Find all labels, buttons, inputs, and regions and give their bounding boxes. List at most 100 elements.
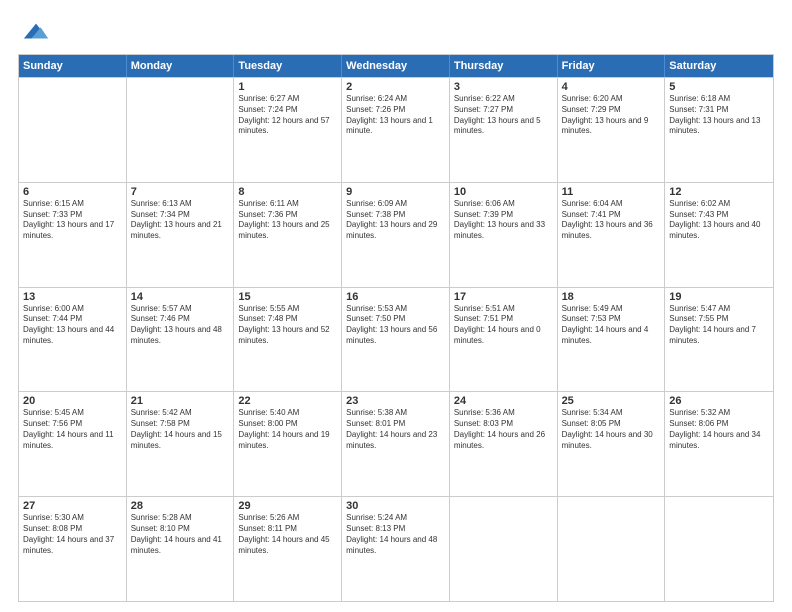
day-info: Sunrise: 6:02 AM Sunset: 7:43 PM Dayligh… <box>669 199 769 242</box>
day-info: Sunrise: 6:00 AM Sunset: 7:44 PM Dayligh… <box>23 304 122 347</box>
day-info: Sunrise: 5:30 AM Sunset: 8:08 PM Dayligh… <box>23 513 122 556</box>
calendar-cell <box>450 497 558 601</box>
calendar-cell: 10Sunrise: 6:06 AM Sunset: 7:39 PM Dayli… <box>450 183 558 287</box>
calendar-cell: 30Sunrise: 5:24 AM Sunset: 8:13 PM Dayli… <box>342 497 450 601</box>
calendar-cell <box>665 497 773 601</box>
calendar-header-cell: Saturday <box>665 55 773 77</box>
day-number: 4 <box>562 81 661 93</box>
day-number: 30 <box>346 500 445 512</box>
day-info: Sunrise: 5:47 AM Sunset: 7:55 PM Dayligh… <box>669 304 769 347</box>
calendar-cell: 28Sunrise: 5:28 AM Sunset: 8:10 PM Dayli… <box>127 497 235 601</box>
calendar-cell: 14Sunrise: 5:57 AM Sunset: 7:46 PM Dayli… <box>127 288 235 392</box>
day-number: 2 <box>346 81 445 93</box>
calendar-cell: 11Sunrise: 6:04 AM Sunset: 7:41 PM Dayli… <box>558 183 666 287</box>
logo-icon <box>22 18 50 46</box>
day-number: 5 <box>669 81 769 93</box>
calendar-cell <box>558 497 666 601</box>
day-info: Sunrise: 5:49 AM Sunset: 7:53 PM Dayligh… <box>562 304 661 347</box>
day-info: Sunrise: 5:24 AM Sunset: 8:13 PM Dayligh… <box>346 513 445 556</box>
calendar-cell: 25Sunrise: 5:34 AM Sunset: 8:05 PM Dayli… <box>558 392 666 496</box>
calendar-cell: 4Sunrise: 6:20 AM Sunset: 7:29 PM Daylig… <box>558 78 666 182</box>
calendar-week: 27Sunrise: 5:30 AM Sunset: 8:08 PM Dayli… <box>19 496 773 601</box>
calendar-cell: 23Sunrise: 5:38 AM Sunset: 8:01 PM Dayli… <box>342 392 450 496</box>
calendar-cell: 27Sunrise: 5:30 AM Sunset: 8:08 PM Dayli… <box>19 497 127 601</box>
day-number: 3 <box>454 81 553 93</box>
calendar-cell: 2Sunrise: 6:24 AM Sunset: 7:26 PM Daylig… <box>342 78 450 182</box>
day-number: 22 <box>238 395 337 407</box>
day-info: Sunrise: 5:38 AM Sunset: 8:01 PM Dayligh… <box>346 408 445 451</box>
day-info: Sunrise: 6:15 AM Sunset: 7:33 PM Dayligh… <box>23 199 122 242</box>
calendar-body: 1Sunrise: 6:27 AM Sunset: 7:24 PM Daylig… <box>19 77 773 601</box>
day-number: 18 <box>562 291 661 303</box>
calendar-cell: 24Sunrise: 5:36 AM Sunset: 8:03 PM Dayli… <box>450 392 558 496</box>
calendar-header-cell: Thursday <box>450 55 558 77</box>
calendar-header-cell: Monday <box>127 55 235 77</box>
day-number: 1 <box>238 81 337 93</box>
calendar-cell: 13Sunrise: 6:00 AM Sunset: 7:44 PM Dayli… <box>19 288 127 392</box>
day-number: 24 <box>454 395 553 407</box>
calendar-cell <box>127 78 235 182</box>
day-number: 25 <box>562 395 661 407</box>
calendar-cell: 12Sunrise: 6:02 AM Sunset: 7:43 PM Dayli… <box>665 183 773 287</box>
calendar-cell: 6Sunrise: 6:15 AM Sunset: 7:33 PM Daylig… <box>19 183 127 287</box>
day-number: 12 <box>669 186 769 198</box>
calendar-cell: 15Sunrise: 5:55 AM Sunset: 7:48 PM Dayli… <box>234 288 342 392</box>
day-info: Sunrise: 6:13 AM Sunset: 7:34 PM Dayligh… <box>131 199 230 242</box>
calendar-cell: 26Sunrise: 5:32 AM Sunset: 8:06 PM Dayli… <box>665 392 773 496</box>
day-info: Sunrise: 5:34 AM Sunset: 8:05 PM Dayligh… <box>562 408 661 451</box>
calendar-cell: 9Sunrise: 6:09 AM Sunset: 7:38 PM Daylig… <box>342 183 450 287</box>
day-info: Sunrise: 6:24 AM Sunset: 7:26 PM Dayligh… <box>346 94 445 137</box>
day-number: 26 <box>669 395 769 407</box>
logo <box>18 18 50 46</box>
calendar-cell: 16Sunrise: 5:53 AM Sunset: 7:50 PM Dayli… <box>342 288 450 392</box>
day-number: 6 <box>23 186 122 198</box>
day-number: 10 <box>454 186 553 198</box>
day-number: 21 <box>131 395 230 407</box>
day-info: Sunrise: 6:18 AM Sunset: 7:31 PM Dayligh… <box>669 94 769 137</box>
calendar-header-cell: Wednesday <box>342 55 450 77</box>
calendar-week: 1Sunrise: 6:27 AM Sunset: 7:24 PM Daylig… <box>19 77 773 182</box>
day-number: 19 <box>669 291 769 303</box>
calendar-cell: 19Sunrise: 5:47 AM Sunset: 7:55 PM Dayli… <box>665 288 773 392</box>
day-number: 27 <box>23 500 122 512</box>
calendar-header: SundayMondayTuesdayWednesdayThursdayFrid… <box>19 55 773 77</box>
day-number: 7 <box>131 186 230 198</box>
day-info: Sunrise: 5:28 AM Sunset: 8:10 PM Dayligh… <box>131 513 230 556</box>
calendar-cell: 29Sunrise: 5:26 AM Sunset: 8:11 PM Dayli… <box>234 497 342 601</box>
header <box>18 18 774 46</box>
day-info: Sunrise: 5:45 AM Sunset: 7:56 PM Dayligh… <box>23 408 122 451</box>
calendar-cell: 21Sunrise: 5:42 AM Sunset: 7:58 PM Dayli… <box>127 392 235 496</box>
day-info: Sunrise: 5:32 AM Sunset: 8:06 PM Dayligh… <box>669 408 769 451</box>
calendar-cell: 20Sunrise: 5:45 AM Sunset: 7:56 PM Dayli… <box>19 392 127 496</box>
day-info: Sunrise: 6:06 AM Sunset: 7:39 PM Dayligh… <box>454 199 553 242</box>
day-number: 20 <box>23 395 122 407</box>
day-number: 15 <box>238 291 337 303</box>
day-number: 13 <box>23 291 122 303</box>
calendar-cell: 8Sunrise: 6:11 AM Sunset: 7:36 PM Daylig… <box>234 183 342 287</box>
day-number: 8 <box>238 186 337 198</box>
calendar-week: 6Sunrise: 6:15 AM Sunset: 7:33 PM Daylig… <box>19 182 773 287</box>
day-number: 9 <box>346 186 445 198</box>
day-info: Sunrise: 5:36 AM Sunset: 8:03 PM Dayligh… <box>454 408 553 451</box>
calendar-cell: 7Sunrise: 6:13 AM Sunset: 7:34 PM Daylig… <box>127 183 235 287</box>
day-info: Sunrise: 5:57 AM Sunset: 7:46 PM Dayligh… <box>131 304 230 347</box>
page: SundayMondayTuesdayWednesdayThursdayFrid… <box>0 0 792 612</box>
calendar: SundayMondayTuesdayWednesdayThursdayFrid… <box>18 54 774 602</box>
day-info: Sunrise: 6:11 AM Sunset: 7:36 PM Dayligh… <box>238 199 337 242</box>
day-info: Sunrise: 6:22 AM Sunset: 7:27 PM Dayligh… <box>454 94 553 137</box>
calendar-header-cell: Sunday <box>19 55 127 77</box>
day-info: Sunrise: 6:04 AM Sunset: 7:41 PM Dayligh… <box>562 199 661 242</box>
calendar-cell <box>19 78 127 182</box>
calendar-header-cell: Friday <box>558 55 666 77</box>
day-info: Sunrise: 5:26 AM Sunset: 8:11 PM Dayligh… <box>238 513 337 556</box>
day-number: 17 <box>454 291 553 303</box>
day-number: 23 <box>346 395 445 407</box>
day-info: Sunrise: 6:20 AM Sunset: 7:29 PM Dayligh… <box>562 94 661 137</box>
calendar-week: 20Sunrise: 5:45 AM Sunset: 7:56 PM Dayli… <box>19 391 773 496</box>
day-info: Sunrise: 5:55 AM Sunset: 7:48 PM Dayligh… <box>238 304 337 347</box>
calendar-cell: 22Sunrise: 5:40 AM Sunset: 8:00 PM Dayli… <box>234 392 342 496</box>
day-number: 29 <box>238 500 337 512</box>
day-info: Sunrise: 5:42 AM Sunset: 7:58 PM Dayligh… <box>131 408 230 451</box>
calendar-week: 13Sunrise: 6:00 AM Sunset: 7:44 PM Dayli… <box>19 287 773 392</box>
calendar-cell: 1Sunrise: 6:27 AM Sunset: 7:24 PM Daylig… <box>234 78 342 182</box>
